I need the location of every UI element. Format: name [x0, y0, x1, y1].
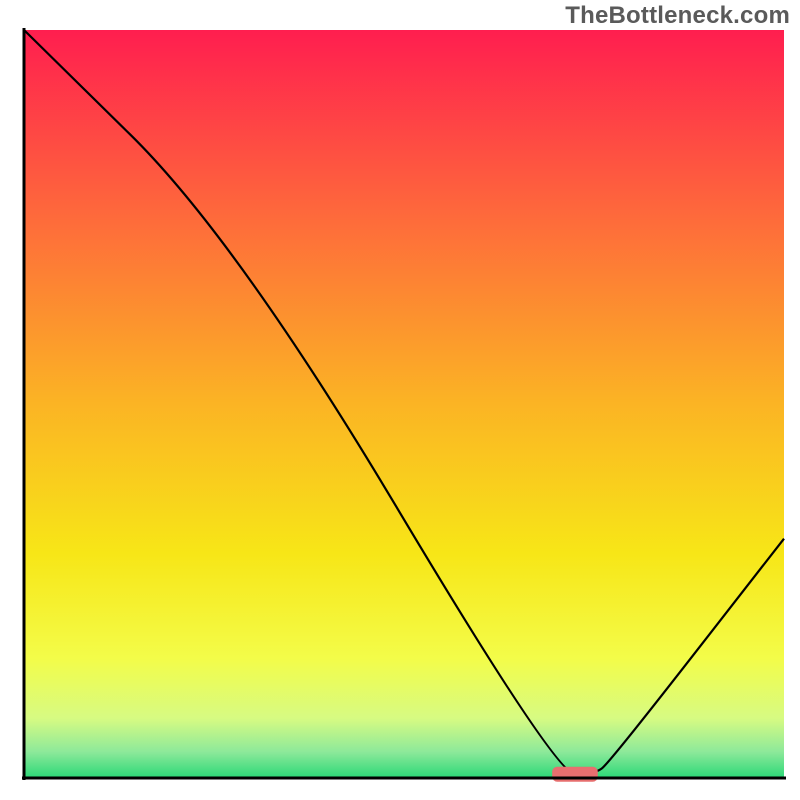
watermark-label: TheBottleneck.com	[565, 2, 790, 30]
bottleneck-chart	[0, 0, 800, 800]
chart-container: TheBottleneck.com	[0, 0, 800, 800]
